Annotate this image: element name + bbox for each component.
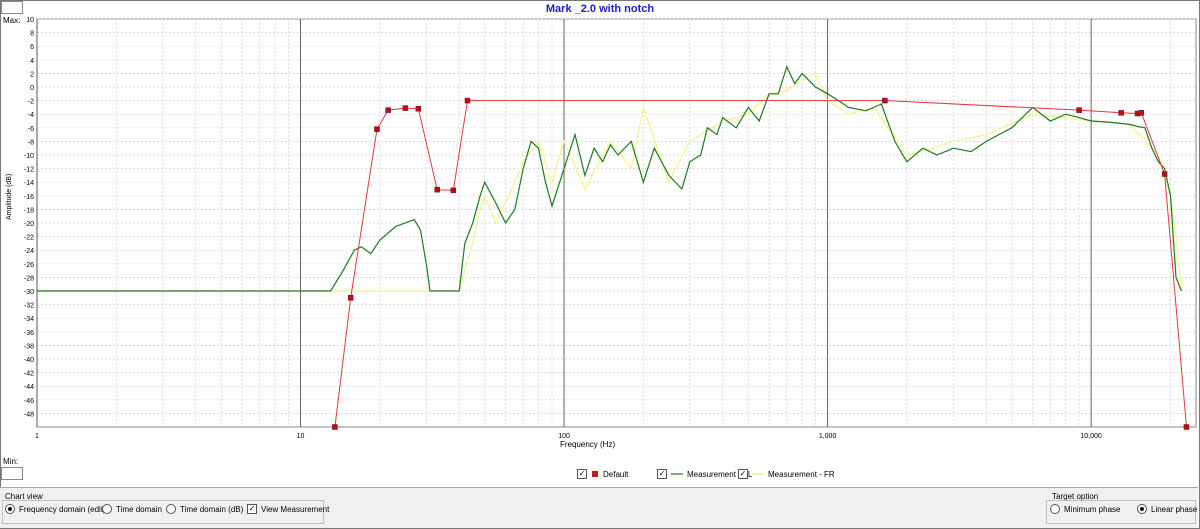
time-domain-db-label: Time domain (dB) — [180, 504, 244, 514]
frequency-domain-option[interactable]: Frequency domain (edit) — [5, 504, 106, 514]
y-tick-label: -28 — [24, 275, 34, 282]
frequency-chart[interactable]: 10 8 6 4 2 0 -2 -4 -6 -8 -10 -12 -14 -16 -18 -20 -22 -24 -… — [0, 0, 1200, 470]
minimum-phase-label: Minimum phase — [1064, 504, 1121, 514]
time-domain-option[interactable]: Time domain — [102, 504, 162, 514]
frequency-domain-radio[interactable] — [5, 504, 15, 514]
time-domain-label: Time domain — [116, 504, 162, 514]
data-point-default — [434, 186, 440, 193]
y-tick-label: -32 — [24, 303, 34, 310]
minimum-phase-radio[interactable] — [1050, 504, 1060, 514]
legend-default-marker — [592, 471, 598, 477]
data-point-default — [1076, 107, 1082, 113]
y-tick-label: 8 — [30, 31, 34, 38]
data-point-default — [450, 187, 457, 194]
y-tick-label: -30 — [24, 289, 34, 296]
data-point-default — [385, 107, 391, 113]
data-point-default — [1183, 424, 1190, 430]
data-point-default — [882, 97, 888, 104]
legend-fr-label: Measurement - FR — [768, 469, 835, 479]
y-tick-label: -40 — [24, 357, 34, 364]
y-tick-label: -44 — [24, 384, 34, 391]
y-tick-label: -18 — [24, 207, 34, 214]
legend-fl-checkbox[interactable]: ✓ — [657, 469, 667, 479]
y-tick-label: -10 — [24, 153, 34, 160]
y-tick-label: -14 — [24, 180, 34, 187]
y-tick-label: -12 — [24, 167, 34, 174]
y-tick-label: -8 — [28, 139, 34, 146]
y-tick-label: -4 — [28, 112, 34, 119]
legend-fr-line — [752, 473, 764, 475]
time-domain-db-radio[interactable] — [166, 504, 176, 514]
y-tick-label: -22 — [24, 235, 34, 242]
data-point-default — [415, 106, 422, 112]
frequency-domain-label: Frequency domain (edit) — [19, 504, 106, 514]
view-measurement-option[interactable]: ✓ View Measurement — [247, 504, 329, 514]
data-point-default — [1138, 110, 1145, 116]
options-panel: Chart view Frequency domain (edit) Time … — [0, 487, 1198, 528]
time-domain-db-option[interactable]: Time domain (dB) — [166, 504, 243, 514]
legend-fr-checkbox[interactable]: ✓ — [738, 469, 748, 479]
y-tick-label: -46 — [24, 398, 34, 405]
legend-default-label: Default — [603, 469, 629, 479]
y-axis-label: Amplitude (dB) — [6, 173, 13, 220]
y-tick-label: -24 — [24, 248, 34, 255]
x-tick-label: 100 — [558, 433, 570, 440]
linear-phase-radio[interactable] — [1137, 504, 1147, 514]
y-tick-label: -48 — [24, 411, 34, 418]
linear-phase-option[interactable]: Linear phase — [1137, 504, 1197, 514]
y-tick-label: -36 — [24, 330, 34, 337]
legend-fl-line — [671, 473, 683, 475]
x-axis-label: Frequency (Hz) — [560, 440, 616, 449]
x-tick-label: 10 — [297, 433, 305, 440]
y-tick-label: -20 — [24, 221, 34, 228]
y-tick-label: -38 — [24, 343, 34, 350]
linear-phase-label: Linear phase — [1151, 504, 1198, 514]
data-point-default — [464, 97, 471, 104]
time-domain-radio[interactable] — [102, 504, 112, 514]
y-tick-label: -26 — [24, 262, 34, 269]
data-point-default — [1161, 171, 1168, 177]
y-tick-label: -16 — [24, 194, 34, 201]
y-tick-label: 10 — [26, 17, 34, 24]
y-tick-label: 4 — [30, 58, 34, 65]
legend-item-default[interactable]: ✓ Default — [577, 469, 628, 479]
y-tick-label: -34 — [24, 316, 34, 323]
x-tick-label: 1,000 — [819, 433, 837, 440]
data-point-default — [1118, 110, 1124, 116]
y-tick-label: 2 — [30, 71, 34, 78]
data-point-default — [402, 105, 409, 111]
y-tick-label: -6 — [28, 126, 34, 133]
legend-item-fr[interactable]: ✓ Measurement - FR — [738, 469, 835, 479]
y-tick-label: 0 — [30, 85, 34, 92]
y-tick-label: 6 — [30, 44, 34, 51]
y-tick-label: -2 — [28, 99, 34, 106]
view-measurement-label: View Measurement — [261, 504, 330, 514]
view-measurement-checkbox[interactable]: ✓ — [247, 504, 257, 514]
minimum-phase-option[interactable]: Minimum phase — [1050, 504, 1120, 514]
legend-default-checkbox[interactable]: ✓ — [577, 469, 587, 479]
data-point-default — [374, 126, 380, 132]
data-point-default — [332, 424, 338, 430]
x-tick-label: 1 — [35, 433, 39, 440]
data-point-default — [347, 295, 354, 301]
x-tick-label: 10,000 — [1080, 433, 1102, 440]
y-tick-label: -42 — [24, 371, 34, 378]
